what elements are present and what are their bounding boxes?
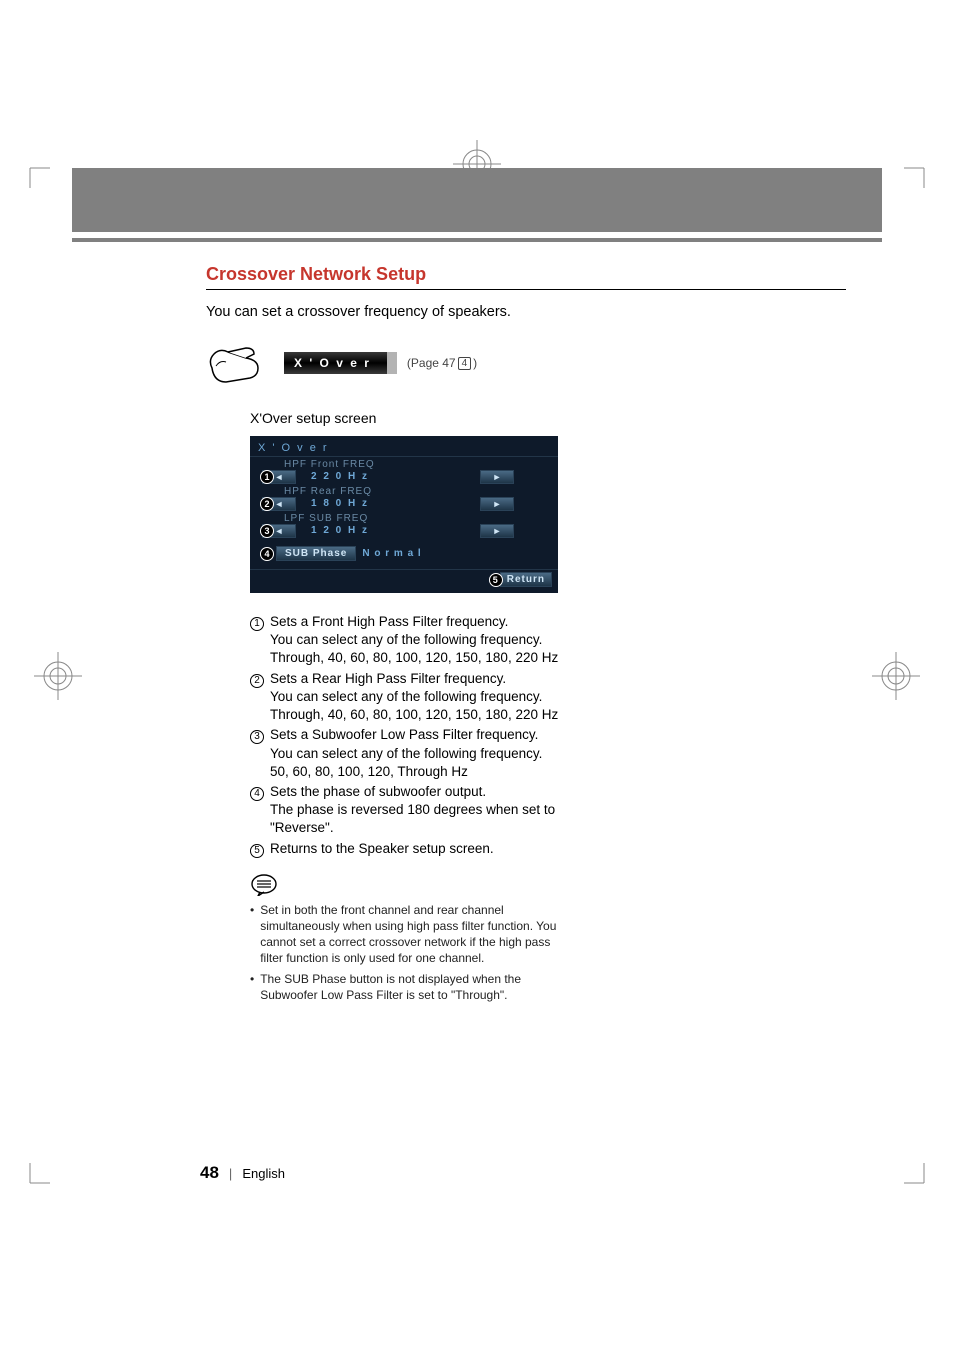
lpf-sub-group: LPF SUB FREQ 3 ◄ 1 2 0 H z ► [258, 513, 550, 538]
page-reference: (Page 47 4 ) [407, 356, 477, 370]
lpf-sub-value: 1 2 0 H z [300, 524, 380, 538]
section-title: Crossover Network Setup [206, 264, 882, 285]
callout-ref-5: 5 [250, 840, 264, 858]
return-button[interactable]: 5 Return [500, 572, 552, 587]
triangle-left-icon: ◄ [275, 472, 284, 482]
field-label: HPF Rear FREQ [284, 486, 550, 497]
note-text: Set in both the front channel and rear c… [260, 902, 560, 967]
pointing-hand-icon [206, 338, 266, 388]
page-ref-box: 4 [458, 357, 472, 370]
increase-button[interactable]: ► [480, 524, 514, 538]
header-subbar [72, 238, 882, 242]
description-list: 1 Sets a Front High Pass Filter frequenc… [250, 613, 560, 858]
note-icon [250, 874, 278, 896]
hand-row: X ' O v e r (Page 47 4 ) [206, 338, 882, 388]
footer-language: English [242, 1166, 285, 1181]
xover-button[interactable]: X ' O v e r [284, 352, 397, 374]
hpf-front-value: 2 2 0 H z [300, 470, 380, 484]
desc-text: You can select any of the following freq… [270, 631, 560, 649]
screen-caption: X'Over setup screen [250, 410, 882, 426]
desc-text: Through, 40, 60, 80, 100, 120, 150, 180,… [270, 706, 560, 724]
xover-button-group: X ' O v e r (Page 47 4 ) [284, 352, 477, 374]
callout-ref-1: 1 [250, 613, 264, 668]
crop-mark-icon [10, 148, 50, 188]
callout-ref-3: 3 [250, 726, 264, 781]
divider [250, 456, 558, 457]
increase-button[interactable]: ► [480, 497, 514, 511]
xover-screen-title: X ' O v e r [258, 442, 550, 454]
page-number: 48 [200, 1163, 219, 1183]
desc-item: 3 Sets a Subwoofer Low Pass Filter frequ… [250, 726, 560, 781]
desc-text: Sets a Rear High Pass Filter frequency. [270, 670, 560, 688]
crop-mark-icon [904, 148, 944, 188]
desc-text: Sets a Front High Pass Filter frequency. [270, 613, 560, 631]
triangle-right-icon: ► [493, 472, 502, 482]
note-text: The SUB Phase button is not displayed wh… [260, 971, 560, 1003]
field-label: LPF SUB FREQ [284, 513, 550, 524]
title-rule [206, 289, 846, 290]
desc-text: Sets the phase of subwoofer output. [270, 783, 560, 801]
triangle-right-icon: ► [493, 526, 502, 536]
callout-marker-5: 5 [489, 573, 503, 587]
return-row: 5 Return [258, 572, 552, 587]
desc-text: You can select any of the following freq… [270, 688, 560, 706]
desc-item: 1 Sets a Front High Pass Filter frequenc… [250, 613, 560, 668]
desc-item: 4 Sets the phase of subwoofer output. Th… [250, 783, 560, 838]
intro-text: You can set a crossover frequency of spe… [206, 304, 882, 320]
sub-phase-row: 4 SUB Phase N o r m a l [262, 546, 550, 561]
desc-item: 5 Returns to the Speaker setup screen. [250, 840, 560, 858]
crop-mark-icon [904, 1163, 944, 1203]
page-ref-suffix: ) [473, 356, 477, 370]
desc-text: The phase is reversed 180 degrees when s… [270, 801, 560, 837]
hpf-front-group: HPF Front FREQ 1 ◄ 2 2 0 H z ► [258, 459, 550, 484]
callout-ref-2: 2 [250, 670, 264, 725]
callout-marker-2: 2 [260, 497, 274, 511]
desc-text: You can select any of the following freq… [270, 745, 560, 763]
callout-marker-1: 1 [260, 470, 274, 484]
page-footer: 48 | English [200, 1163, 285, 1183]
sub-phase-value: N o r m a l [362, 548, 421, 559]
triangle-right-icon: ► [493, 499, 502, 509]
desc-text: Sets a Subwoofer Low Pass Filter frequen… [270, 726, 560, 744]
header-bar [72, 168, 882, 232]
note-item: •The SUB Phase button is not displayed w… [250, 971, 560, 1003]
sub-phase-button[interactable]: SUB Phase [276, 546, 356, 561]
field-label: HPF Front FREQ [284, 459, 550, 470]
hpf-rear-group: HPF Rear FREQ 2 ◄ 1 8 0 H z ► [258, 486, 550, 511]
triangle-left-icon: ◄ [275, 499, 284, 509]
notes-list: •Set in both the front channel and rear … [250, 902, 560, 1003]
divider [250, 569, 558, 570]
return-label: Return [507, 574, 545, 585]
callout-marker-4: 4 [260, 547, 274, 561]
page-ref-prefix: (Page 47 [407, 356, 456, 370]
page-content: Crossover Network Setup You can set a cr… [72, 168, 882, 1007]
note-item: •Set in both the front channel and rear … [250, 902, 560, 967]
triangle-left-icon: ◄ [275, 526, 284, 536]
desc-item: 2 Sets a Rear High Pass Filter frequency… [250, 670, 560, 725]
desc-text: Through, 40, 60, 80, 100, 120, 150, 180,… [270, 649, 560, 667]
desc-text: 50, 60, 80, 100, 120, Through Hz [270, 763, 560, 781]
increase-button[interactable]: ► [480, 470, 514, 484]
crop-mark-icon [10, 1163, 50, 1203]
callout-ref-4: 4 [250, 783, 264, 838]
bullet-icon: • [250, 902, 254, 967]
footer-separator: | [229, 1166, 232, 1181]
desc-text: Returns to the Speaker setup screen. [270, 840, 560, 858]
xover-screen: X ' O v e r HPF Front FREQ 1 ◄ 2 2 0 H z… [250, 436, 558, 593]
hpf-rear-value: 1 8 0 H z [300, 497, 380, 511]
callout-marker-3: 3 [260, 524, 274, 538]
bullet-icon: • [250, 971, 254, 1003]
